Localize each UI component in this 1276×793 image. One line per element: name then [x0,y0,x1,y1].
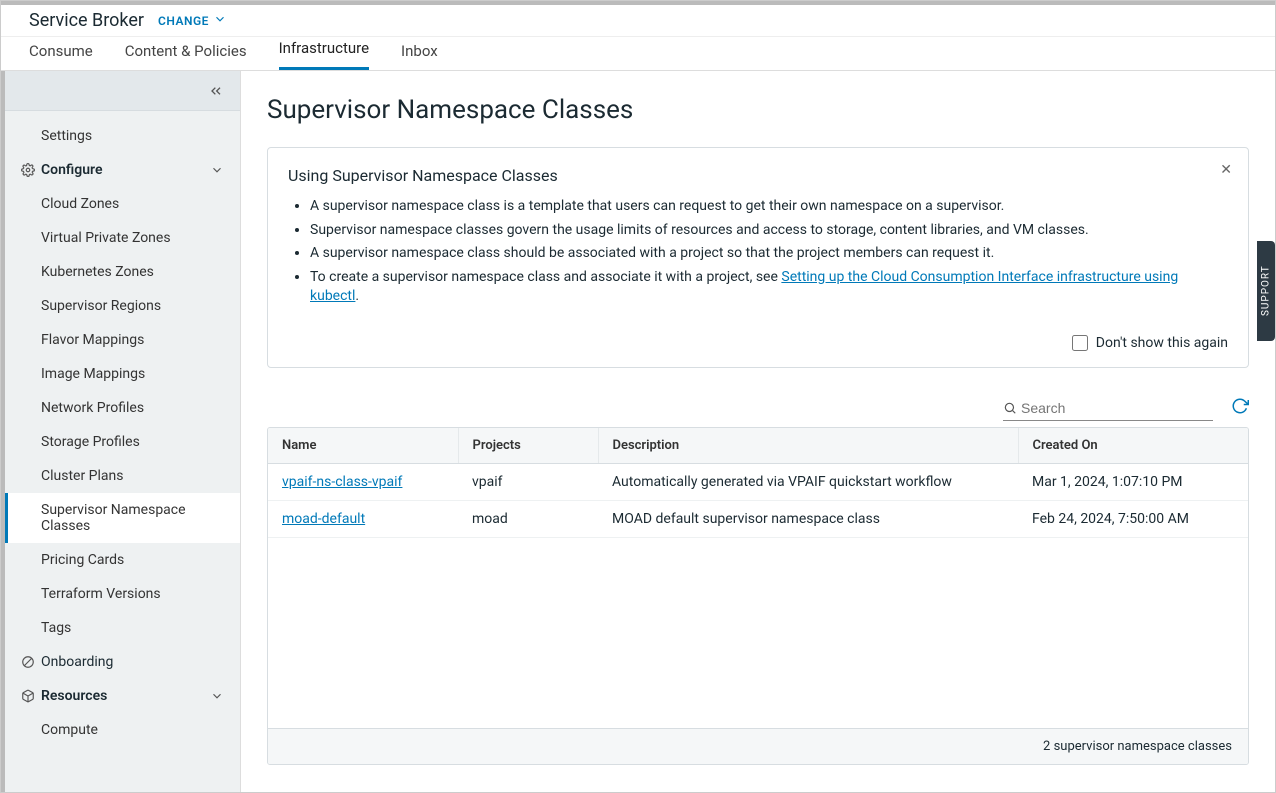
sidebar-item-settings[interactable]: Settings [5,119,240,153]
search-icon [1003,401,1017,415]
row-name-link[interactable]: moad-default [282,511,365,527]
sidebar-item[interactable]: Flavor Mappings [5,323,240,357]
column-header[interactable]: Description [598,428,1018,464]
sidebar-item[interactable]: Pricing Cards [5,543,240,577]
sidebar-collapse-button[interactable] [5,71,240,111]
cell-description: Automatically generated via VPAIF quicks… [598,463,1018,500]
cell-projects: vpaif [458,463,598,500]
dont-show-label: Don't show this again [1096,335,1228,351]
top-bar: Service Broker CHANGE [1,1,1275,37]
sidebar-item[interactable]: Supervisor Regions [5,289,240,323]
table-header-row: NameProjectsDescriptionCreated On [268,428,1248,464]
support-label: SUPPORT [1261,266,1272,317]
cell-created: Mar 1, 2024, 1:07:10 PM [1018,463,1248,500]
page-title: Supervisor Namespace Classes [267,95,1249,125]
primary-tabs: ConsumeContent & PoliciesInfrastructureI… [1,37,1275,71]
sidebar-group-label: Resources [41,688,107,704]
sidebar-item[interactable]: Image Mappings [5,357,240,391]
cube-icon [21,689,35,703]
info-heading: Using Supervisor Namespace Classes [288,166,1228,185]
chevron-down-icon [210,689,224,703]
info-bullet: To create a supervisor namespace class a… [310,268,1228,307]
data-table: NameProjectsDescriptionCreated On vpaif-… [267,427,1249,765]
sidebar-item[interactable]: Terraform Versions [5,577,240,611]
sidebar: Settings Configure Cloud ZonesVirtual Pr… [1,71,241,792]
search-box[interactable] [1003,396,1213,421]
gear-icon [21,163,35,177]
close-icon[interactable]: ✕ [1220,162,1232,178]
sidebar-group-configure[interactable]: Configure [5,153,240,187]
sidebar-item[interactable]: Cloud Zones [5,187,240,221]
info-bullet: A supervisor namespace class is a templa… [310,197,1228,217]
info-bullet-list: A supervisor namespace class is a templa… [288,197,1228,307]
table-row[interactable]: vpaif-ns-class-vpaif vpaifAutomatically g… [268,463,1248,500]
table-toolbar [267,396,1249,421]
cell-description: MOAD default supervisor namespace class [598,500,1018,537]
change-service-link[interactable]: CHANGE [158,12,227,29]
chevron-down-icon [210,163,224,177]
sidebar-group-resources[interactable]: Resources [5,679,240,713]
sidebar-group-label: Configure [41,162,102,178]
column-header[interactable]: Name [268,428,458,464]
circle-slash-icon [21,655,35,669]
sidebar-item[interactable]: Kubernetes Zones [5,255,240,289]
column-header[interactable]: Created On [1018,428,1248,464]
tab-inbox[interactable]: Inbox [401,34,438,70]
column-header[interactable]: Projects [458,428,598,464]
refresh-button[interactable] [1231,397,1249,419]
sidebar-item[interactable]: Compute [5,713,240,747]
sidebar-item[interactable]: Virtual Private Zones [5,221,240,255]
sidebar-item[interactable]: Tags [5,611,240,645]
table-footer: 2 supervisor namespace classes [268,728,1248,764]
search-input[interactable] [1017,398,1213,418]
sidebar-item[interactable]: Network Profiles [5,391,240,425]
change-label: CHANGE [158,14,209,28]
support-tab[interactable]: SUPPORT [1257,241,1275,341]
row-name-link[interactable]: vpaif-ns-class-vpaif [282,474,402,490]
cell-created: Feb 24, 2024, 7:50:00 AM [1018,500,1248,537]
product-name: Service Broker [29,10,144,31]
info-card: ✕ Using Supervisor Namespace Classes A s… [267,147,1249,368]
sidebar-item-label: Onboarding [41,654,113,670]
table-row[interactable]: moad-default moadMOAD default supervisor … [268,500,1248,537]
tab-content[interactable]: Content & Policies [125,34,247,70]
refresh-icon [1231,397,1249,415]
tab-consume[interactable]: Consume [29,34,93,70]
double-chevron-left-icon [208,83,224,99]
sidebar-item[interactable]: Supervisor Namespace Classes [5,493,240,543]
sidebar-item[interactable]: Cluster Plans [5,459,240,493]
chevron-down-icon [213,12,227,29]
tab-infra[interactable]: Infrastructure [279,31,369,70]
sidebar-item-onboarding[interactable]: Onboarding [5,645,240,679]
dont-show-checkbox[interactable] [1072,335,1088,351]
cell-projects: moad [458,500,598,537]
table-body: vpaif-ns-class-vpaif vpaifAutomatically g… [268,463,1248,537]
main-content: Supervisor Namespace Classes ✕ Using Sup… [241,71,1275,792]
info-bullet: A supervisor namespace class should be a… [310,244,1228,264]
info-bullet: Supervisor namespace classes govern the … [310,221,1228,241]
sidebar-item[interactable]: Storage Profiles [5,425,240,459]
